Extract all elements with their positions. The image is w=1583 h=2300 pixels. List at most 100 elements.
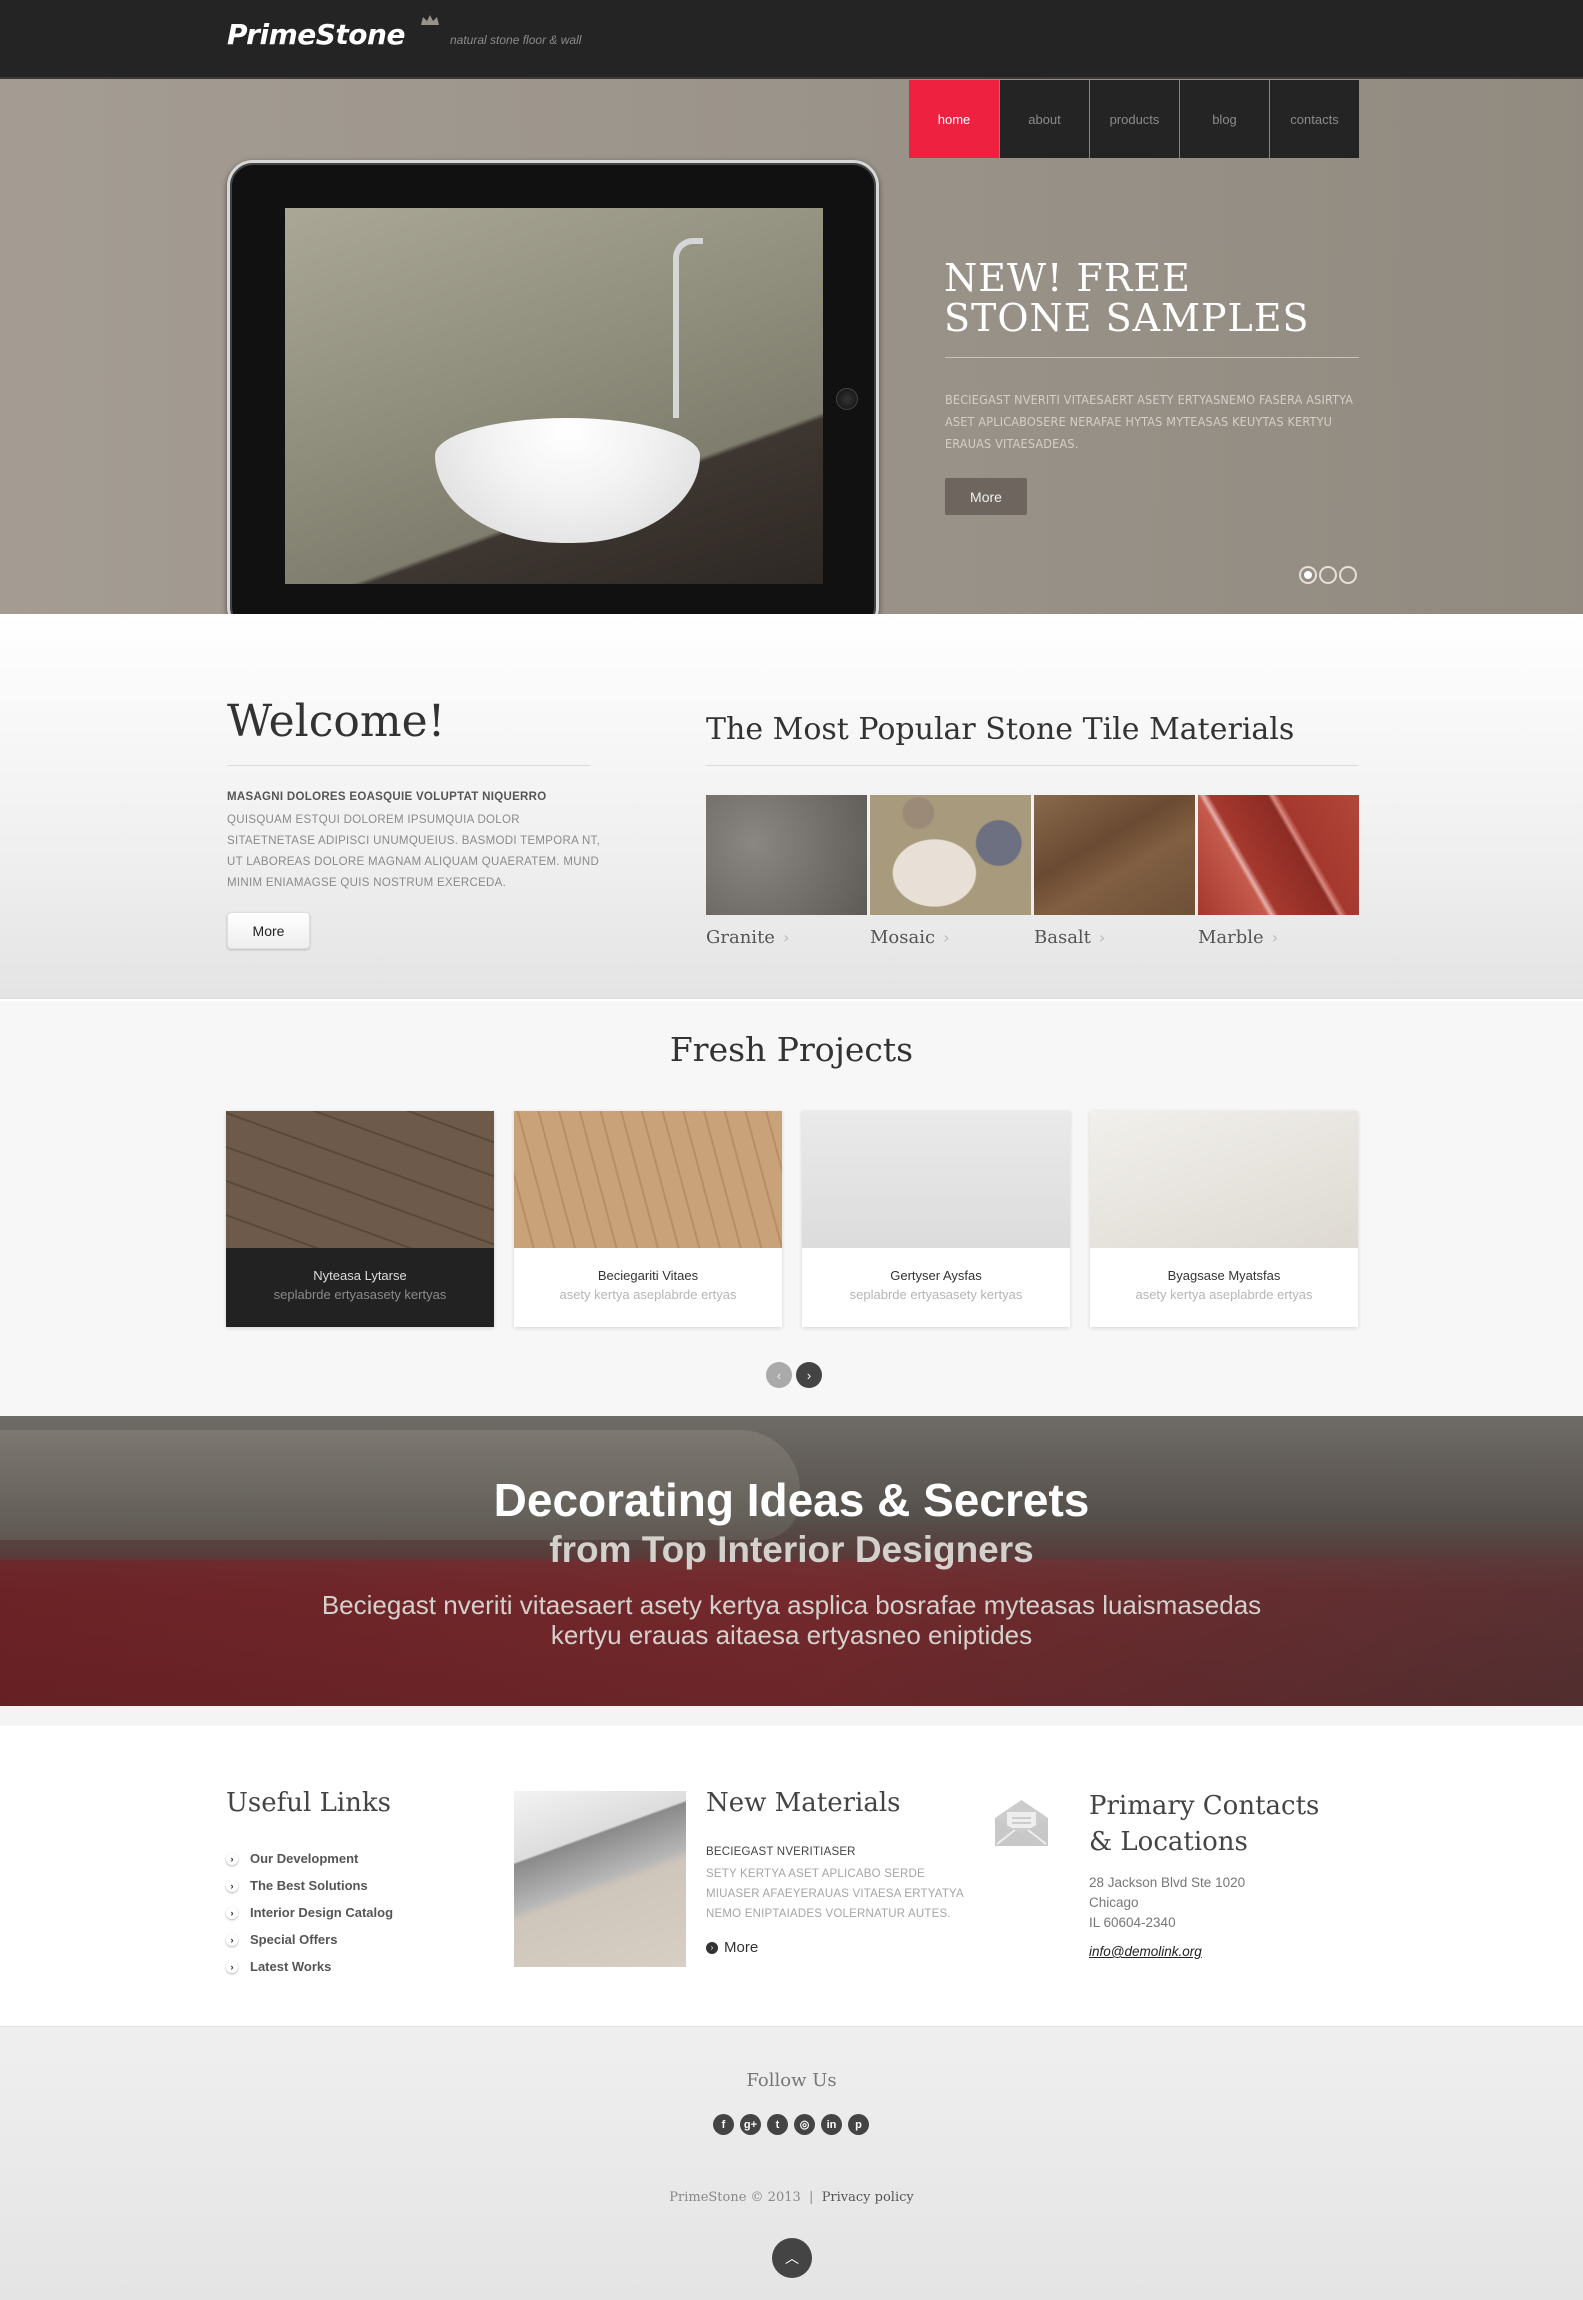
link-label[interactable]: Interior Design Catalog <box>250 1905 393 1920</box>
project-image[interactable] <box>1090 1111 1358 1248</box>
bullet-chevron-icon: › <box>226 1852 238 1865</box>
bullet-chevron-icon: › <box>226 1879 238 1892</box>
welcome-more-button[interactable]: More <box>227 912 310 949</box>
project-card[interactable]: Nyteasa Lytarse seplabrde ertyasasety ke… <box>226 1111 494 1327</box>
tablet-image <box>227 160 879 633</box>
copyright-text: PrimeStone © 2013 <box>669 2190 801 2205</box>
marble-image[interactable] <box>1198 795 1359 915</box>
chevron-circle-icon: › <box>706 1941 718 1954</box>
bullet-chevron-icon: › <box>226 1906 238 1919</box>
faucet-shape <box>673 238 703 418</box>
basalt-image[interactable] <box>1034 795 1195 915</box>
tagline: natural stone floor & wall <box>450 33 582 47</box>
project-card[interactable]: Byagsase Myatsfas asety kertya aseplabrd… <box>1090 1111 1358 1327</box>
granite-image[interactable] <box>706 795 867 915</box>
material-marble[interactable]: Marble › <box>1198 795 1359 948</box>
contacts-title-line2: & Locations <box>1089 1827 1248 1857</box>
project-subtitle: seplabrde ertyasasety kertyas <box>273 1287 447 1302</box>
material-label: Basalt <box>1034 927 1091 948</box>
material-label: Mosaic <box>870 927 936 948</box>
useful-links-title: Useful Links <box>226 1788 392 1818</box>
hero-divider <box>945 357 1359 358</box>
project-image[interactable] <box>226 1111 494 1248</box>
contacts-address: 28 Jackson Blvd Ste 1020 Chicago IL 6060… <box>1089 1873 1245 1933</box>
nav-home[interactable]: home <box>909 80 999 158</box>
nav-products[interactable]: products <box>1089 80 1179 158</box>
carousel-next-button[interactable]: › <box>796 1362 822 1388</box>
facebook-icon[interactable]: f <box>713 2114 734 2135</box>
material-granite[interactable]: Granite › <box>706 795 867 948</box>
logo[interactable]: PrimeStone <box>227 18 405 51</box>
material-link[interactable]: Granite › <box>706 927 867 948</box>
google-plus-icon[interactable]: g+ <box>740 2114 761 2135</box>
carousel-prev-button[interactable]: ‹ <box>766 1362 792 1388</box>
material-label: Marble <box>1198 927 1264 948</box>
project-card[interactable]: Beciegariti Vitaes asety kertya aseplabr… <box>514 1111 782 1327</box>
useful-link[interactable]: › Our Development <box>226 1845 393 1872</box>
hero-title-line1: NEW! FREE <box>944 256 1191 300</box>
project-name: Nyteasa Lytarse <box>313 1268 407 1283</box>
hero-text: BECIEGAST NVERITI VITAESAERT ASETY ERTYA… <box>945 392 1354 451</box>
nav-contacts[interactable]: contacts <box>1269 80 1359 158</box>
welcome-lead: MASAGNI DOLORES EOASQUIE VOLUPTAT NIQUER… <box>227 791 547 803</box>
chevron-right-icon: › <box>1271 928 1279 947</box>
link-label[interactable]: The Best Solutions <box>250 1878 368 1893</box>
projects-carousel: Nyteasa Lytarse seplabrde ertyasasety ke… <box>226 1111 1358 1327</box>
project-image[interactable] <box>514 1111 782 1248</box>
material-mosaic[interactable]: Mosaic › <box>870 795 1031 948</box>
main-nav: home about products blog contacts <box>909 80 1359 158</box>
contact-email-link[interactable]: info@demolink.org <box>1089 1944 1202 1959</box>
welcome-title: Welcome! <box>227 696 446 747</box>
twitter-icon[interactable]: t <box>767 2114 788 2135</box>
dribbble-icon[interactable]: ◎ <box>794 2114 815 2135</box>
address-line: IL 60604-2340 <box>1089 1915 1176 1930</box>
mosaic-image[interactable] <box>870 795 1031 915</box>
project-image[interactable] <box>802 1111 1070 1248</box>
slide-dot-2[interactable] <box>1319 566 1337 584</box>
material-label: Granite <box>706 927 775 948</box>
banner-title: Decorating Ideas & Secrets <box>493 1474 1090 1526</box>
back-to-top-button[interactable]: ︿ <box>772 2238 812 2278</box>
new-materials-lead: BECIEGAST NVERITIASER <box>706 1846 856 1858</box>
project-card[interactable]: Gertyser Aysfas seplabrde ertyasasety ke… <box>802 1111 1070 1327</box>
material-link[interactable]: Basalt › <box>1034 927 1195 948</box>
project-subtitle: asety kertya aseplabrde ertyas <box>1135 1287 1313 1302</box>
sink-bowl-shape <box>435 418 700 543</box>
useful-link[interactable]: › The Best Solutions <box>226 1872 393 1899</box>
hero-more-button[interactable]: More <box>945 478 1027 515</box>
banner-text-line2: kertyu erauas aitaesa ertyasneo eniptide… <box>550 1620 1033 1650</box>
privacy-policy-link[interactable]: Privacy policy <box>822 2190 914 2205</box>
project-name: Byagsase Myatsfas <box>1167 1268 1281 1283</box>
link-label[interactable]: Special Offers <box>250 1932 337 1947</box>
project-subtitle: asety kertya aseplabrde ertyas <box>559 1287 737 1302</box>
contacts-title: Primary Contacts & Locations <box>1089 1788 1319 1860</box>
chevron-right-icon: › <box>943 928 950 947</box>
link-label[interactable]: Latest Works <box>250 1959 331 1974</box>
pinterest-icon[interactable]: p <box>848 2114 869 2135</box>
useful-link[interactable]: › Interior Design Catalog <box>226 1899 393 1926</box>
link-label[interactable]: Our Development <box>250 1851 358 1866</box>
new-materials-more-link[interactable]: › More <box>706 1939 758 1956</box>
linkedin-icon[interactable]: in <box>821 2114 842 2135</box>
follow-us-title: Follow Us <box>746 2070 837 2091</box>
slide-dot-1[interactable] <box>1299 566 1317 584</box>
bullet-chevron-icon: › <box>226 1960 238 1973</box>
banner-text: Beciegast nveriti vitaesaert asety kerty… <box>0 1590 1583 1650</box>
useful-link[interactable]: › Latest Works <box>226 1953 393 1980</box>
more-label[interactable]: More <box>724 1939 758 1956</box>
slide-dot-3[interactable] <box>1339 566 1357 584</box>
envelope-icon <box>995 1800 1048 1846</box>
crown-icon <box>421 15 439 25</box>
sink-photo <box>285 208 823 584</box>
material-link[interactable]: Marble › <box>1198 927 1359 948</box>
material-link[interactable]: Mosaic › <box>870 927 1031 948</box>
useful-link[interactable]: › Special Offers <box>226 1926 393 1953</box>
nav-about[interactable]: about <box>999 80 1089 158</box>
new-materials-text: SETY KERTYA ASET APLICABO SERDE MIUASER … <box>706 1868 964 1920</box>
bullet-chevron-icon: › <box>226 1933 238 1946</box>
material-basalt[interactable]: Basalt › <box>1034 795 1195 948</box>
separator: | <box>809 2190 814 2205</box>
welcome-divider <box>227 765 590 766</box>
nav-blog[interactable]: blog <box>1179 80 1269 158</box>
copyright: PrimeStone © 2013 | Privacy policy <box>0 2190 1583 2205</box>
